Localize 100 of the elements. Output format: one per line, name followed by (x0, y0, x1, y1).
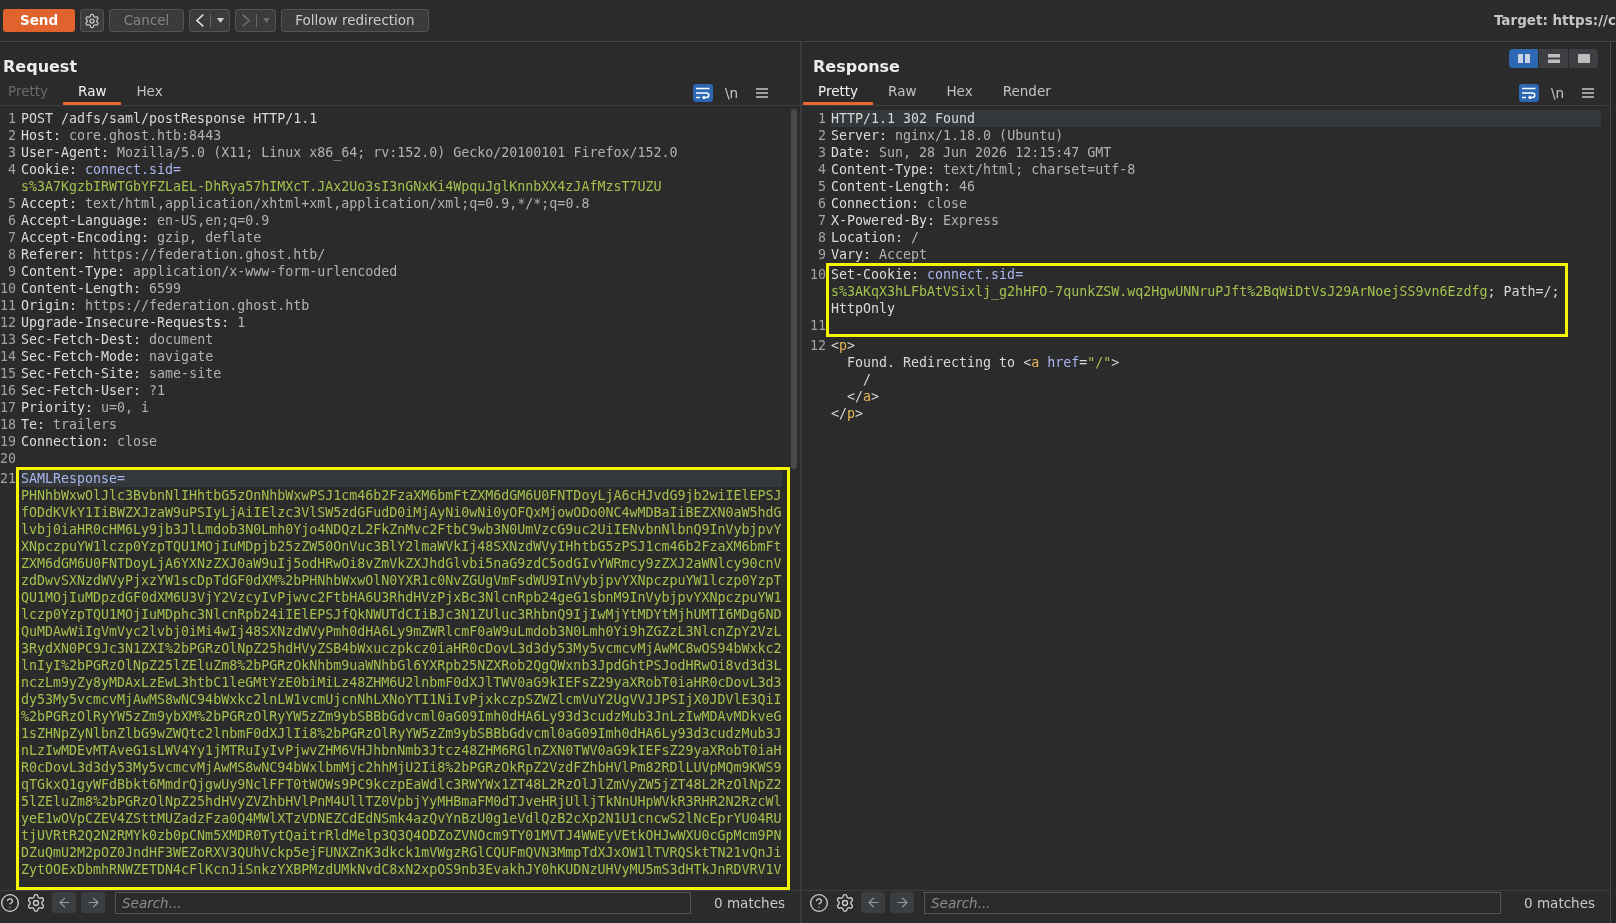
search-field[interactable]: Search... (924, 892, 1502, 914)
code-line: 3RydXN0PC9Jc3N1ZXI%2bPGRzOlNpZ25hdHVyZSB4bWxuczpkcz0iaHR0cDovL3d3dy53My5vcmcvMjAwMC8wOS94bWxkc2 (21, 641, 782, 656)
code-line: Content-Type: text/html; charset=utf-8 (831, 162, 1136, 177)
line-number: 14 (0, 349, 16, 364)
code-line: X-Powered-By: Express (831, 213, 1000, 228)
code-line: Accept-Encoding: gzip, deflate (21, 230, 262, 245)
tab[interactable]: Hex (121, 80, 178, 105)
code-line: 5lZEluZm8%2bPGRzOlNpZ25hdHVyZVZhbHVlPnM4UllTZ0VpbjYyMHBmaFM0dTJveHRjUlljTkNnUHpWVkR3RHR2N2RzcWl (21, 794, 782, 809)
layout-button[interactable] (1509, 49, 1538, 68)
line-number: 21 (0, 471, 16, 486)
layout-button[interactable] (1539, 49, 1568, 68)
wrap-text-icon (695, 86, 710, 99)
match-count: 0 matches (1524, 894, 1595, 913)
tab[interactable]: Raw (63, 80, 122, 105)
line-number: 16 (0, 383, 16, 398)
next-match-button[interactable] (81, 892, 105, 913)
line-number: 13 (0, 332, 16, 347)
next-match-button[interactable] (890, 892, 914, 913)
code-line: dy53My5vcmcvMjAwMS8wNC94bWxkc2lnLW1vcmUjcnNhLXNoYTI1NiIvPjxkczpSZWZlcmVuY2UgVVJJPSIjX0JDVlE3QiI (21, 692, 782, 707)
code-line: Te: trailers (21, 417, 118, 432)
match-count: 0 matches (714, 894, 785, 913)
newline-toggle[interactable]: \n (722, 83, 740, 102)
line-number: 7 (8, 230, 16, 245)
code-line: Accept-Language: en-US,en;q=0.9 (21, 213, 270, 228)
line-number: 11 (810, 318, 826, 333)
code-line: %2bPGRzOlRyYW5zZm9ybXM%2bPGRzOlRyYW5zZm9ybSBBbGdvcml0aG09Imh0dHA6Ly93d3cudzMub3JnLzIwMDAvMDkveG (21, 709, 782, 724)
code-line: fODdKVkY1IiBWZXJzaW9uPSIyLjAiIElzc3VlSW5zdGFudD0iMjAyNi0wNi0yOFQxMjowODo0NC4wMDBaIiBEZXN0aW5hdG (21, 505, 782, 520)
rows-icon (1547, 54, 1560, 63)
code-line: lvbj0iaHR0cHM6Ly9jb3JlLmdob3N0Lmh0Yjo4NDQzL2FkZnMvc2FtbC9wb3N0UmVzcG9uc2UiIENvbnNlbnQ9InVybjpvY (21, 522, 782, 537)
menu-icon[interactable] (1582, 87, 1594, 98)
search-field[interactable]: Search... (115, 892, 692, 914)
line-number: 11 (0, 298, 16, 313)
line-number: 3 (818, 145, 826, 160)
wrap-lines-toggle[interactable] (1518, 83, 1539, 102)
code-line: lczp0YzpTQU1MOjIuMDphc3NlcnRpb24iIElEPSJfQkNWUTdCIiBJc3N1ZUluc3RhbnQ9IjIwMjYtMDYtMjhUMTI6MDg6ND (21, 607, 782, 622)
tab[interactable]: Raw (873, 80, 932, 105)
tab[interactable]: Pretty (803, 80, 874, 105)
menu-icon[interactable] (756, 87, 768, 98)
wrap-lines-toggle[interactable] (692, 83, 713, 102)
line-number: 8 (818, 230, 826, 245)
code-line: Content-Type: application/x-www-form-urlencoded (21, 264, 398, 279)
code-line: Content-Length: 46 (831, 179, 976, 194)
arrow-right-icon (85, 895, 101, 910)
code-line: QU1MOjIuMDpzdGF0dXM6U3VjY2VzcyIvPjwvc2FtbHA6U3RhdHVzPjxBc3NlcnRpb24geG1sbnM9InVybjpvYXNpczpuYW1 (21, 590, 782, 605)
settings-button[interactable] (80, 9, 104, 32)
code-line: QuMDAwWiIgVmVyc2lvbj0iMi4wIj48SXNzdWVyPmh0dHA6Ly9mZWRlcmF0aW9uLmdob3N0Lmh0Yi9hZGZzL3NlcnZpY2VzL (21, 624, 782, 639)
previous-match-button[interactable] (52, 892, 76, 913)
scrollbar-thumb[interactable] (791, 109, 797, 469)
follow-redirection-button[interactable]: Follow redirection (281, 9, 429, 32)
chevron-right-icon (241, 14, 250, 27)
code-line: Sec-Fetch-Mode: navigate (21, 349, 214, 364)
panel-title: Request (3, 57, 78, 77)
code-line: Priority: u=0, i (21, 400, 150, 415)
code-line: Referer: https://federation.ghost.htb/ (21, 247, 326, 262)
line-number: 6 (8, 213, 16, 228)
code-line: Cookie: connect.sid= (21, 162, 182, 177)
code-line: ZXM6dGM6U0FNTDoyLjA6YXNzZXJ0aW9uIj5odHRwOi8vZmVkZXJhdGlvbi5naG9zdC5odGIvYWRmcy9zZXJ2aWNlcy90cnV (21, 556, 782, 571)
send-button[interactable]: Send (3, 9, 75, 32)
newline-toggle[interactable]: \n (1548, 83, 1566, 102)
code-line: POST /adfs/saml/postResponse HTTP/1.1 (21, 111, 318, 126)
line-number: 9 (818, 247, 826, 262)
single-pane-icon (1577, 54, 1590, 63)
target-label: Target: https://c (1493, 11, 1616, 31)
previous-match-button[interactable] (861, 892, 885, 913)
layout-button[interactable] (1569, 49, 1598, 68)
caret-down-icon (216, 18, 224, 23)
code-line: Host: core.ghost.htb:8443 (21, 128, 222, 143)
code-line: <p> (831, 338, 856, 353)
wrap-text-icon (1521, 86, 1536, 99)
code-line: Sec-Fetch-Site: same-site (21, 366, 222, 381)
code-line: R0cDovL3d3dy53My5vcmcvMjAwMS8wNC94bWxlbmMjc2hhMjU2Ii8%2bPGRzOkRpZ2VzdFZhbHVlPm82RDlLUVpMQm9KWS9 (21, 760, 782, 775)
code-line: Origin: https://federation.ghost.htb (21, 298, 310, 313)
code-line: Date: Sun, 28 Jun 2026 12:15:47 GMT (831, 145, 1112, 160)
code-line: Sec-Fetch-Dest: document (21, 332, 214, 347)
line-number: 1 (818, 111, 826, 126)
code-line: yeE1wOVpCZEV4ZSttMUZadzFza0Q4MWlXTzVDNEZCdEdNSmk4azQvYnBzU0g1eVdlQzB2cXp2N1U1cncwS2lNcEprYU04RU (21, 811, 782, 826)
code-line: zdDwvSXNzdWVyPjxzYW1scDpTdGF0dXM%2bPHNhbWxwOlN0YXR1c0NvZGUgVmFsdWU9InVybjpvYXNpczpuYW1lczp0YzpT (21, 573, 782, 588)
chevron-left-icon (195, 14, 204, 27)
line-number: 19 (0, 434, 16, 449)
code-line: nczLm9yZy8yMDAxLzEwL3htbC1leGMtYzE0biMiLz48ZHM6U2lnbmF0dXJlTWV0aG9kIEFsZ29yaXRobT0iaHR0cDovL3d3 (21, 675, 782, 690)
code-line: Server: nginx/1.18.0 (Ubuntu) (831, 128, 1064, 143)
line-number: 6 (818, 196, 826, 211)
back-button[interactable] (189, 9, 230, 32)
tab[interactable]: Render (987, 80, 1066, 105)
settings-icon[interactable] (835, 893, 855, 913)
line-number: 2 (818, 128, 826, 143)
code-line: Connection: close (21, 434, 158, 449)
line-number: 4 (8, 162, 16, 177)
code-line: </p> (831, 406, 864, 421)
settings-icon[interactable] (26, 893, 46, 913)
code-line: Content-Length: 6599 (21, 281, 182, 296)
code-line: Connection: close (831, 196, 968, 211)
columns-icon (1517, 54, 1530, 63)
tab[interactable]: Hex (931, 80, 988, 105)
code-line: Upgrade-Insecure-Requests: 1 (21, 315, 246, 330)
code-line: s%3A7KgzbIRWTGbYFZLaEL-DhRya57hIMXcT.JAx2Uo3sI3nGNxKi4WpquJglKnnbXX4zJAfMzsT7UZU (21, 179, 662, 194)
line-number: 7 (818, 213, 826, 228)
help-icon[interactable] (809, 893, 829, 913)
line-number: 10 (0, 281, 16, 296)
help-icon[interactable] (0, 893, 20, 913)
